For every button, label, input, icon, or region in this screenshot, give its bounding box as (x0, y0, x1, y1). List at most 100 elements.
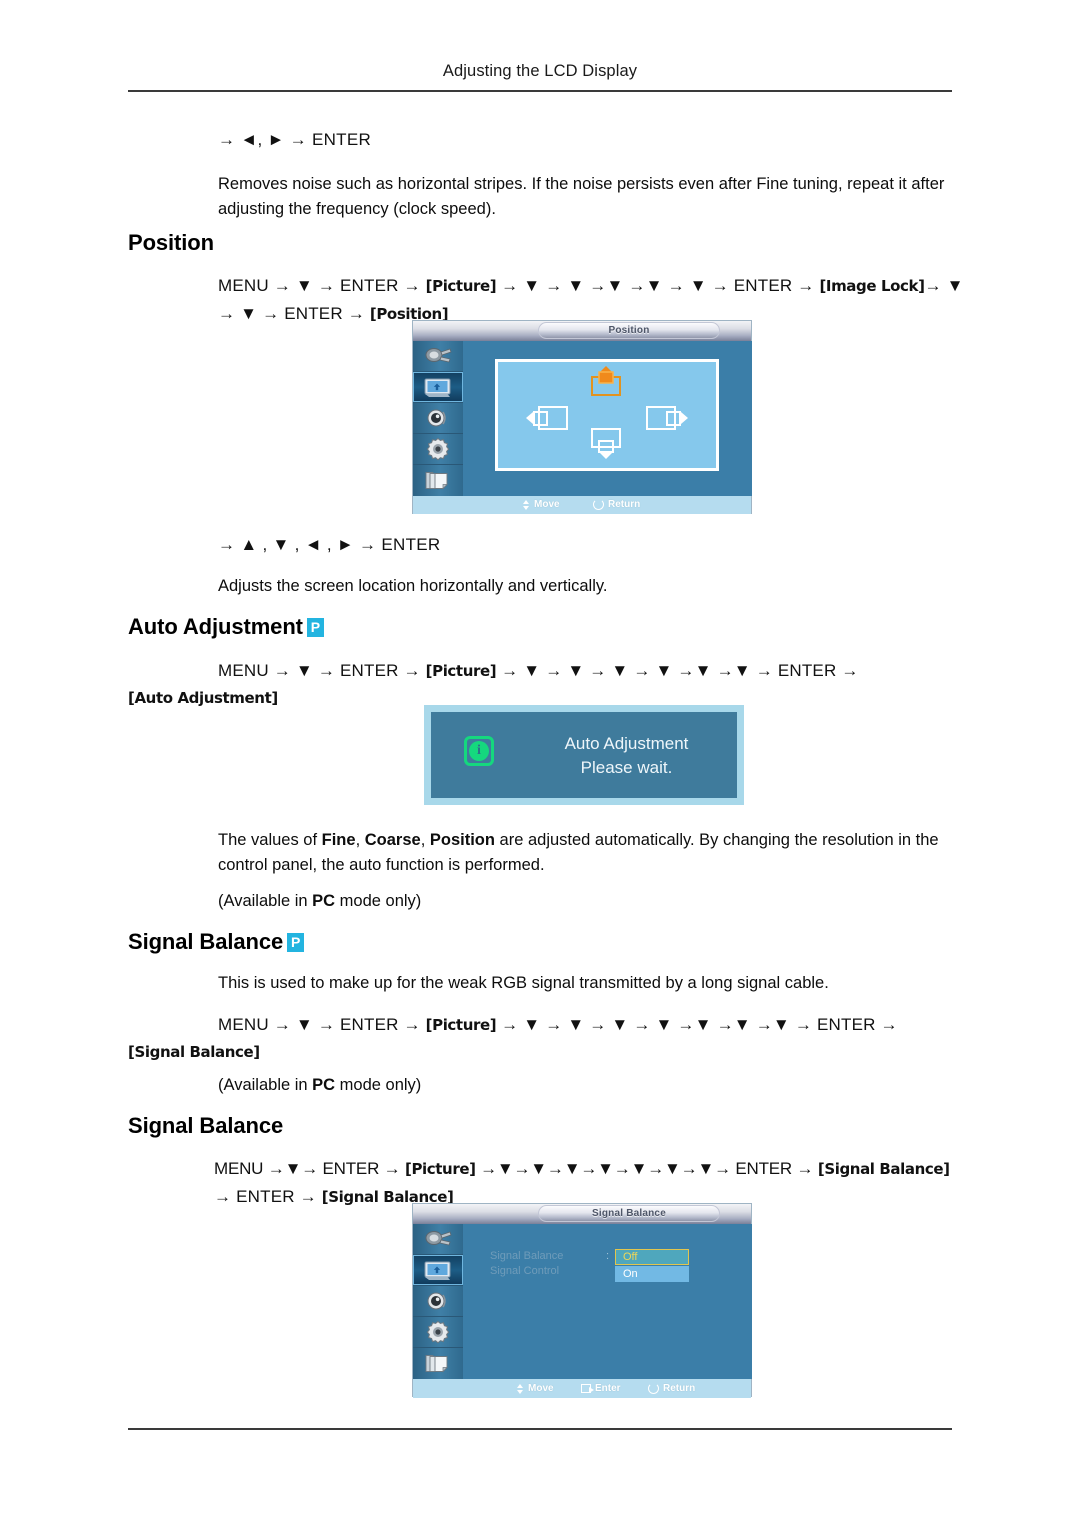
osd-row-label-signal-balance: Signal Balance (490, 1250, 564, 1262)
osd-option-off[interactable]: Off (615, 1249, 689, 1265)
osd-sidebar-item-input[interactable] (413, 1224, 463, 1255)
picture-icon (424, 378, 451, 397)
updown-arrows-icon (517, 1383, 524, 1394)
path-token-picture: [Picture] (425, 1016, 497, 1034)
osd-sidebar-item-sound[interactable] (413, 1286, 463, 1317)
enter-icon (581, 1384, 594, 1393)
path-token-auto-adjustment: [Auto Adjustment] (128, 689, 278, 707)
path-token-signal-balance: [Signal Balance] (128, 1043, 260, 1061)
signal-balance-pc-menu-path-line2: [Signal Balance] (128, 1038, 260, 1066)
info-icon-glyph: i (469, 741, 489, 761)
osd-sidebar-item-multi-control[interactable] (413, 465, 463, 496)
osd-titlebar: Position (413, 321, 751, 341)
osd-footer-enter: Enter (581, 1383, 621, 1394)
osd-sidebar-item-picture[interactable] (413, 1255, 463, 1286)
signal-balance-pc-menu-path-line1: MENU → ▼ → ENTER → [Picture] → ▼ → ▼ → ▼… (218, 1011, 960, 1039)
osd-sidebar-item-input[interactable] (413, 341, 463, 372)
osd-sidebar-item-picture[interactable] (413, 372, 463, 403)
osd-content-signal-balance: Signal Balance : Off Signal Control On (463, 1224, 752, 1379)
avail-bold: PC (312, 1076, 336, 1094)
return-icon (593, 499, 604, 510)
osd-titlebar: Signal Balance (413, 1204, 751, 1224)
page-header-title: Adjusting the LCD Display (442, 62, 638, 80)
path-middle: →▼→▼→▼→▼→▼→▼→▼→ ENTER → (475, 1159, 818, 1178)
osd-sidebar (413, 341, 463, 496)
move-up-selected-icon[interactable] (586, 366, 626, 405)
osd-footer-position: Move Return (413, 496, 751, 514)
auto-adjustment-paragraph: The values of Fine, Coarse, Position are… (218, 828, 960, 878)
intro-paragraph: Removes noise such as horizontal stripes… (218, 175, 945, 218)
para-bold-coarse: Coarse (364, 831, 421, 849)
input-plug-icon (425, 348, 452, 363)
osd-footer-enter-label: Enter (595, 1383, 621, 1394)
avail-post: mode only) (335, 892, 422, 910)
osd-auto-inner: i Auto Adjustment Please wait. (431, 712, 737, 798)
position-preview-screen (495, 359, 719, 471)
avail-pre: (Available in (218, 1076, 313, 1094)
osd-position-screenshot: Position Move Return (412, 320, 752, 514)
para-bold-position: Position (429, 831, 495, 849)
setup-gear-icon (426, 437, 450, 461)
section-heading-auto-adjustment: Auto Adjustment P (128, 614, 324, 640)
footer-rule (128, 1428, 952, 1430)
section-heading-position: Position (128, 230, 214, 255)
path-token-signal-balance: [Signal Balance] (817, 1160, 950, 1178)
osd-sidebar-item-setup[interactable] (413, 434, 463, 465)
osd-footer-return-label: Return (663, 1383, 696, 1394)
path-token-image-lock: [Image Lock] (819, 277, 925, 295)
section-heading-text: Auto Adjustment (128, 614, 303, 639)
avail-pre: (Available in (218, 892, 313, 910)
osd-footer-return: Return (593, 499, 640, 510)
path-prefix: MENU → ▼ → ENTER → (218, 276, 426, 295)
osd-sidebar-item-setup[interactable] (413, 1317, 463, 1348)
move-right-icon[interactable] (644, 404, 688, 437)
path-token-picture: [Picture] (405, 1160, 476, 1178)
path-middle: → ▼ → ▼ →▼ →▼ → ▼ → ENTER → (496, 276, 820, 295)
para-sep2: , (420, 831, 430, 849)
osd-sidebar-item-multi-control[interactable] (413, 1348, 463, 1379)
setup-gear-icon (426, 1320, 450, 1344)
signal-balance-pc-availability: (Available in PC mode only) (218, 1073, 960, 1098)
path-prefix: MENU →▼→ ENTER → (214, 1159, 405, 1178)
path-prefix: → ENTER → (214, 1187, 322, 1206)
section-heading-text: Signal Balance (128, 929, 284, 954)
info-icon: i (464, 736, 494, 766)
signal-balance-pc-description: This is used to make up for the weak RGB… (218, 974, 829, 992)
path-middle: → ▼ → ▼ → ▼ → ▼ →▼ →▼ →▼ → ENTER → (496, 1015, 898, 1034)
auto-adjustment-menu-path-line1: MENU → ▼ → ENTER → [Picture] → ▼ → ▼ → ▼… (218, 657, 960, 685)
position-description: Adjusts the screen location horizontally… (218, 577, 608, 595)
path-prefix: → ▼ → ENTER → (218, 304, 370, 323)
osd-row-colon: : (606, 1250, 610, 1262)
return-icon (648, 1383, 659, 1394)
path-token-picture: [Picture] (425, 662, 497, 680)
path-middle: → ▼ → ▼ → ▼ → ▼ →▼ →▼ → ENTER → (496, 661, 859, 680)
osd-sidebar (413, 1224, 463, 1379)
avail-post: mode only) (335, 1076, 422, 1094)
pc-mode-badge: P (306, 618, 324, 637)
path-prefix: MENU → ▼ → ENTER → (218, 661, 426, 680)
osd-title: Signal Balance (538, 1205, 720, 1222)
position-key-sequence: → ▲ , ▼ , ◄ , ► → ENTER (218, 535, 441, 554)
multi-control-icon (425, 1354, 448, 1372)
osd-footer-move: Move (523, 499, 560, 510)
sound-speaker-icon (427, 1292, 446, 1310)
signal-balance-menu-path-line1: MENU →▼→ ENTER → [Picture] →▼→▼→▼→▼→▼→▼→… (214, 1155, 956, 1183)
osd-footer-move-label: Move (528, 1383, 554, 1394)
auto-adjustment-menu-path-line2: [Auto Adjustment] (128, 684, 278, 712)
osd-footer-move-label: Move (534, 499, 560, 510)
osd-sidebar-item-sound[interactable] (413, 403, 463, 434)
section-heading-signal-balance-pc: Signal Balance P (128, 929, 305, 955)
path-token-picture: [Picture] (425, 277, 497, 295)
position-menu-path-line1: MENU → ▼ → ENTER → [Picture] → ▼ → ▼ →▼ … (218, 272, 964, 300)
manual-page: Adjusting the LCD Display → ◄, ► → ENTER… (0, 0, 1080, 1527)
avail-bold: PC (312, 892, 336, 910)
osd-footer-return: Return (648, 1383, 695, 1394)
move-down-icon[interactable] (586, 425, 626, 464)
move-left-icon[interactable] (526, 404, 570, 437)
picture-icon (424, 1261, 451, 1280)
osd-auto-message: Auto Adjustment Please wait. (519, 732, 734, 780)
auto-adjustment-availability: (Available in PC mode only) (218, 889, 960, 914)
osd-option-on[interactable]: On (615, 1266, 689, 1282)
updown-arrows-icon (523, 499, 530, 510)
pc-mode-badge: P (287, 933, 305, 952)
